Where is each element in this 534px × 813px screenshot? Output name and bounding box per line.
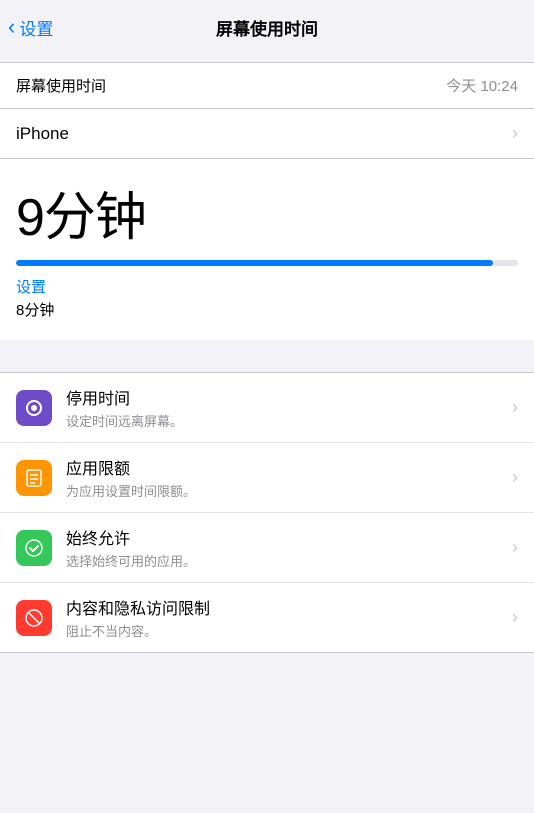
content_privacy-icon: [16, 600, 52, 636]
screen-time-label: 屏幕使用时间: [16, 75, 106, 96]
app_limits-chevron-icon: ›: [512, 467, 518, 488]
screen-time-date: 今天 10:24: [446, 75, 518, 96]
back-chevron-icon: ‹: [8, 16, 15, 38]
settings-row-always_allowed[interactable]: 始终允许 选择始终可用的应用。 ›: [0, 513, 534, 583]
downtime-chevron-icon: ›: [512, 397, 518, 418]
iphone-row[interactable]: iPhone ›: [0, 109, 534, 159]
downtime-title: 停用时间: [66, 385, 504, 409]
iphone-chevron-icon: ›: [512, 123, 518, 144]
usage-app-name: 设置: [16, 276, 518, 297]
settings-row-content_privacy[interactable]: 内容和隐私访问限制 阻止不当内容。 ›: [0, 583, 534, 652]
screen-time-header: 屏幕使用时间 今天 10:24: [0, 62, 534, 109]
settings-section: 停用时间 设定时间远离屏幕。 › 应用限额 为应用设置时间限额。 ›: [0, 372, 534, 653]
back-label: 设置: [19, 15, 53, 40]
iphone-label: iPhone: [16, 124, 69, 144]
usage-block: 9分钟 设置 8分钟: [0, 159, 534, 340]
always_allowed-text: 始终允许 选择始终可用的应用。: [66, 525, 504, 570]
app_limits-text: 应用限额 为应用设置时间限额。: [66, 455, 504, 500]
nav-bar: ‹ 设置 屏幕使用时间: [0, 0, 534, 54]
progress-bar: [16, 260, 518, 266]
progress-bar-fill: [16, 260, 493, 266]
always_allowed-title: 始终允许: [66, 525, 504, 549]
content_privacy-subtitle: 阻止不当内容。: [66, 621, 504, 640]
downtime-text: 停用时间 设定时间远离屏幕。: [66, 385, 504, 430]
app_limits-title: 应用限额: [66, 455, 504, 479]
content_privacy-text: 内容和隐私访问限制 阻止不当内容。: [66, 595, 504, 640]
back-button[interactable]: ‹ 设置: [8, 15, 53, 40]
usage-app-time: 8分钟: [16, 299, 518, 320]
always_allowed-icon: [16, 530, 52, 566]
usage-time: 9分钟: [16, 175, 518, 250]
settings-row-app_limits[interactable]: 应用限额 为应用设置时间限额。 ›: [0, 443, 534, 513]
always_allowed-chevron-icon: ›: [512, 537, 518, 558]
content_privacy-chevron-icon: ›: [512, 607, 518, 628]
downtime-subtitle: 设定时间远离屏幕。: [66, 411, 504, 430]
always_allowed-subtitle: 选择始终可用的应用。: [66, 551, 504, 570]
settings-row-downtime[interactable]: 停用时间 设定时间远离屏幕。 ›: [0, 373, 534, 443]
downtime-icon: [16, 390, 52, 426]
content_privacy-title: 内容和隐私访问限制: [66, 595, 504, 619]
page-title: 屏幕使用时间: [216, 15, 318, 40]
app_limits-icon: [16, 460, 52, 496]
app_limits-subtitle: 为应用设置时间限额。: [66, 481, 504, 500]
